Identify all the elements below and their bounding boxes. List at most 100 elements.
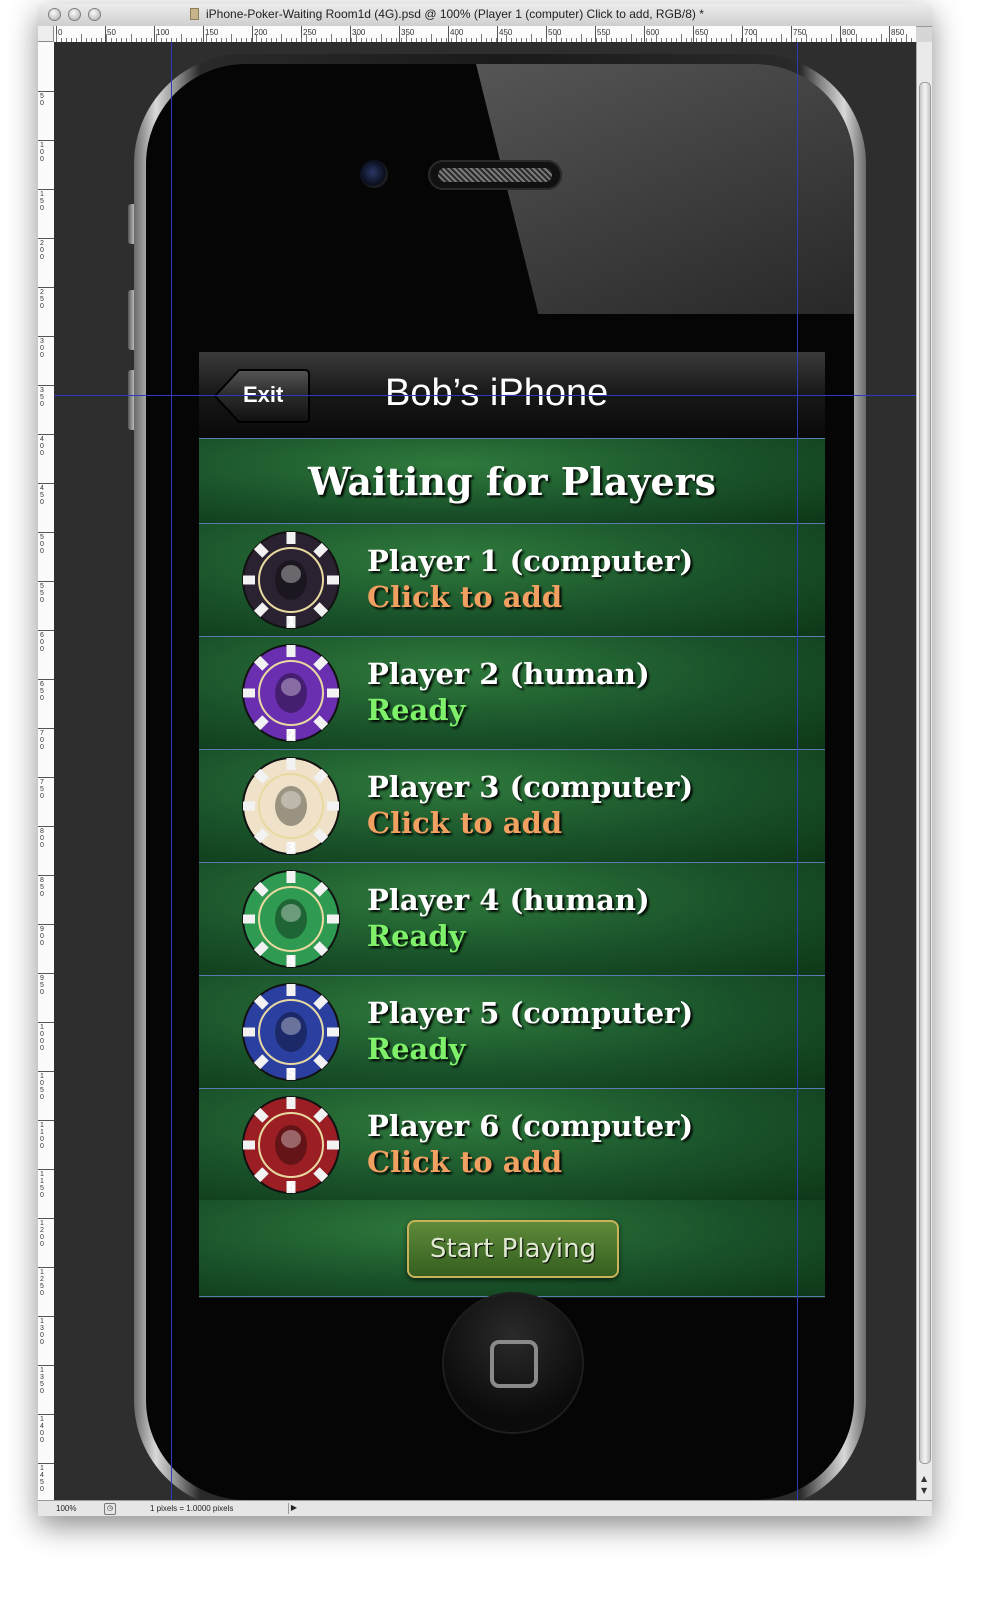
- app-screen: Exit Bob’s iPhone Waiting for Players 1 P…: [199, 352, 825, 1298]
- ruler-h-minor-tick: [581, 34, 582, 42]
- ruler-h-minor-tick: [456, 34, 457, 42]
- ruler-v-label: 800: [40, 828, 44, 849]
- status-info: 1 pixels = 1.0000 pixels: [150, 1504, 234, 1513]
- ruler-v-tick: [38, 189, 54, 190]
- ruler-v-tick: [38, 679, 54, 680]
- close-window-button[interactable]: [48, 8, 61, 21]
- click-to-add-link[interactable]: Click to add: [367, 806, 562, 840]
- status-arrow-icon[interactable]: ▶: [288, 1503, 299, 1514]
- ruler-v-label: 150: [40, 191, 44, 212]
- ruler-v-label: 50: [40, 93, 44, 107]
- ruler-h-minor-tick: [481, 34, 482, 42]
- zoom-window-button[interactable]: [88, 8, 101, 21]
- ruler-h-minor-tick: [281, 34, 282, 42]
- horizontal-ruler[interactable]: 0 50 100 150 200 250 300 350 400 450 500 550 600 650 7…: [54, 26, 916, 43]
- ruler-v-label: 450: [40, 485, 44, 506]
- player-row-1[interactable]: 1 Player 1 (computer) Click to add: [199, 524, 825, 637]
- start-playing-button[interactable]: Start Playing: [407, 1220, 619, 1278]
- ruler-v-label: 200: [40, 240, 44, 261]
- zoom-level[interactable]: 100%: [56, 1504, 76, 1513]
- player-status-ready: Ready: [367, 919, 466, 953]
- ruler-v-tick: [38, 336, 54, 337]
- ruler-v-label: 350: [40, 387, 44, 408]
- player-row-4[interactable]: 4 Player 4 (human) Ready: [199, 863, 825, 976]
- ruler-h-minor-tick: [531, 34, 532, 42]
- ruler-v-tick: [38, 728, 54, 729]
- ruler-v-tick: [38, 1316, 54, 1317]
- player-name: Player 6 (computer): [367, 1109, 694, 1143]
- player-row-5[interactable]: 5 Player 5 (computer) Ready: [199, 976, 825, 1089]
- ruler-h-minor-tick: [206, 34, 207, 42]
- player-row-3[interactable]: 3 Player 3 (computer) Click to add: [199, 750, 825, 863]
- photoshop-window: iPhone-Poker-Waiting Room1d (4G).psd @ 1…: [38, 4, 932, 1516]
- ruler-h-minor-tick: [106, 34, 107, 42]
- poker-chip-avatar-icon: 1: [242, 531, 340, 630]
- ruler-h-minor-tick: [706, 34, 707, 42]
- ruler-h-minor-tick: [381, 34, 382, 42]
- ruler-v-label: 1300: [40, 1318, 44, 1346]
- mute-switch: [128, 204, 134, 244]
- ruler-v-label: 1350: [40, 1367, 44, 1395]
- poker-chip-avatar-icon: 6: [242, 1096, 340, 1195]
- ruler-h-minor-tick: [806, 34, 807, 42]
- ruler-v-tick: [38, 1218, 54, 1219]
- ruler-h-minor-tick: [756, 34, 757, 42]
- scroll-down-icon[interactable]: ▼: [921, 1486, 927, 1495]
- ruler-v-tick: [38, 630, 54, 631]
- ruler-v-label: 300: [40, 338, 44, 359]
- ruler-h-minor-tick: [81, 34, 82, 42]
- ruler-origin[interactable]: [38, 26, 54, 42]
- ruler-h-tick: [693, 26, 694, 42]
- vertical-ruler[interactable]: 50 100 150 200 250 300 350 400 450 500 550 600 650 70…: [38, 42, 55, 1500]
- player-name: Player 2 (human): [367, 657, 650, 691]
- ruler-v-tick: [38, 924, 54, 925]
- title-bar: iPhone-Poker-Waiting Room1d (4G).psd @ 1…: [38, 4, 932, 27]
- click-to-add-link[interactable]: Click to add: [367, 1145, 562, 1179]
- ruler-v-tick: [38, 483, 54, 484]
- ruler-h-label: 150: [205, 28, 219, 37]
- earpiece-speaker: [428, 160, 562, 190]
- scroll-up-icon[interactable]: ▲: [921, 1474, 927, 1483]
- player-row-6[interactable]: 6 Player 6 (computer) Click to add: [199, 1089, 825, 1202]
- chip-number: 6: [286, 1180, 295, 1195]
- poker-chip-avatar-icon: 3: [242, 757, 340, 856]
- ruler-v-label: 1200: [40, 1220, 44, 1248]
- ruler-v-tick: [38, 1071, 54, 1072]
- volume-down-button: [128, 370, 134, 430]
- ruler-h-label: 550: [597, 28, 611, 37]
- ruler-h-tick: [742, 26, 743, 42]
- ruler-v-tick: [38, 140, 54, 141]
- ruler-v-tick: [38, 1463, 54, 1464]
- ruler-h-tick: [154, 26, 155, 42]
- document-canvas[interactable]: Exit Bob’s iPhone Waiting for Players 1 P…: [54, 42, 916, 1500]
- ruler-h-minor-tick: [681, 34, 682, 42]
- click-to-add-link[interactable]: Click to add: [367, 580, 562, 614]
- status-bar: 100% ◷ 1 pixels = 1.0000 pixels ▶: [38, 1500, 932, 1516]
- ruler-h-minor-tick: [831, 34, 832, 42]
- status-menu-icon[interactable]: ◷: [104, 1503, 116, 1515]
- ruler-h-minor-tick: [856, 34, 857, 42]
- ruler-h-label: 800: [842, 28, 856, 37]
- minimize-window-button[interactable]: [68, 8, 81, 21]
- ruler-v-tick: [38, 777, 54, 778]
- ruler-v-label: 1000: [40, 1024, 44, 1052]
- poker-chip-avatar-icon: 4: [242, 870, 340, 969]
- ruler-v-tick: [38, 91, 54, 92]
- exit-button[interactable]: Exit: [213, 368, 311, 424]
- nav-title: Bob’s iPhone: [385, 372, 609, 414]
- ruler-v-tick: [38, 875, 54, 876]
- ruler-v-label: 250: [40, 289, 44, 310]
- ruler-v-tick: [38, 826, 54, 827]
- scrollbar-thumb[interactable]: [919, 82, 931, 1464]
- ruler-v-label: 550: [40, 583, 44, 604]
- ruler-h-label: 0: [58, 28, 63, 37]
- ruler-v-tick: [38, 434, 54, 435]
- ruler-v-label: 750: [40, 779, 44, 800]
- ruler-v-label: 1450: [40, 1465, 44, 1493]
- player-status-ready: Ready: [367, 693, 466, 727]
- vertical-scrollbar[interactable]: ▲ ▼: [916, 42, 932, 1500]
- ruler-h-minor-tick: [656, 34, 657, 42]
- player-row-2[interactable]: 2 Player 2 (human) Ready: [199, 637, 825, 750]
- ruler-h-minor-tick: [881, 34, 882, 42]
- ruler-h-label: 350: [401, 28, 415, 37]
